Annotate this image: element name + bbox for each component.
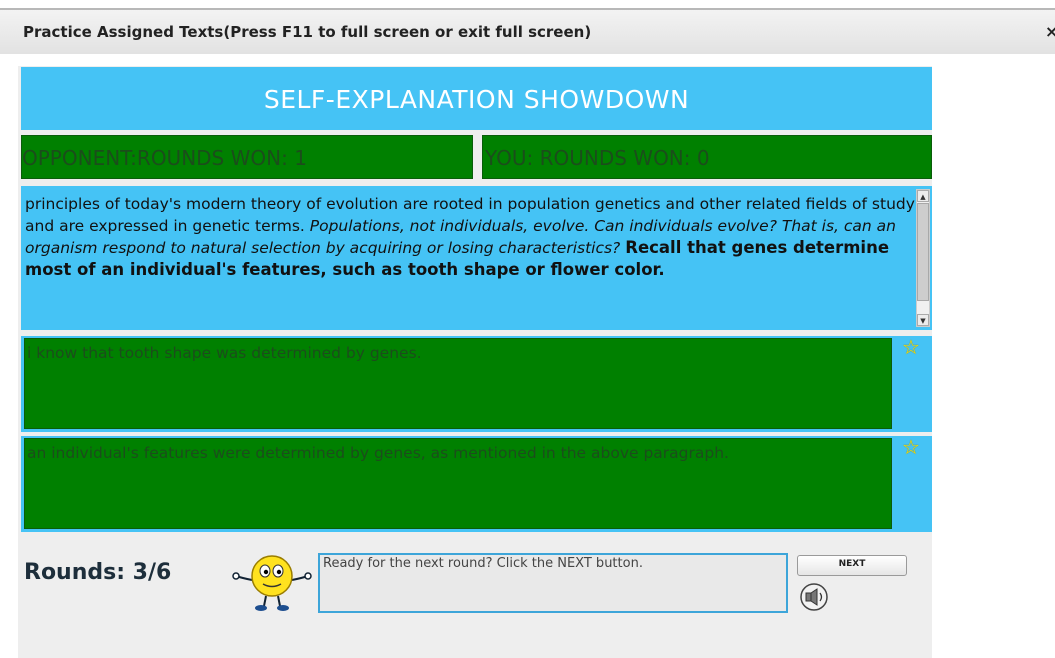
star-icon[interactable]: ☆: [902, 336, 920, 358]
passage-scrollbar[interactable]: ▲ ▼: [916, 189, 930, 327]
scroll-thumb[interactable]: [917, 203, 929, 301]
opponent-score: OPPONENT:ROUNDS WON: 1: [21, 135, 473, 179]
next-button[interactable]: NEXT: [797, 555, 907, 576]
opponent-answer-panel: i know that tooth shape was determined b…: [21, 336, 932, 432]
window-title: Practice Assigned Texts(Press F11 to ful…: [23, 23, 592, 41]
you-score: YOU: ROUNDS WON: 0: [482, 135, 932, 179]
close-icon[interactable]: ×: [1045, 22, 1055, 41]
passage-text: principles of today's modern theory of e…: [25, 193, 915, 323]
passage-panel: principles of today's modern theory of e…: [21, 186, 932, 330]
game-area: SELF-EXPLANATION SHOWDOWN OPPONENT:ROUND…: [18, 66, 932, 658]
scroll-up-icon[interactable]: ▲: [917, 190, 929, 202]
opponent-answer: i know that tooth shape was determined b…: [24, 338, 892, 429]
speaker-icon[interactable]: [797, 582, 833, 612]
your-answer-panel: an individual's features were determined…: [21, 436, 932, 532]
star-icon[interactable]: ☆: [902, 436, 920, 458]
game-header: SELF-EXPLANATION SHOWDOWN: [21, 67, 932, 130]
window-titlebar: Practice Assigned Texts(Press F11 to ful…: [0, 8, 1055, 54]
smiley-mascot-icon: [232, 555, 312, 611]
rounds-counter: Rounds: 3/6: [24, 560, 172, 585]
scroll-down-icon[interactable]: ▼: [917, 314, 929, 326]
message-box: Ready for the next round? Click the NEXT…: [318, 553, 788, 613]
your-answer: an individual's features were determined…: [24, 438, 892, 529]
